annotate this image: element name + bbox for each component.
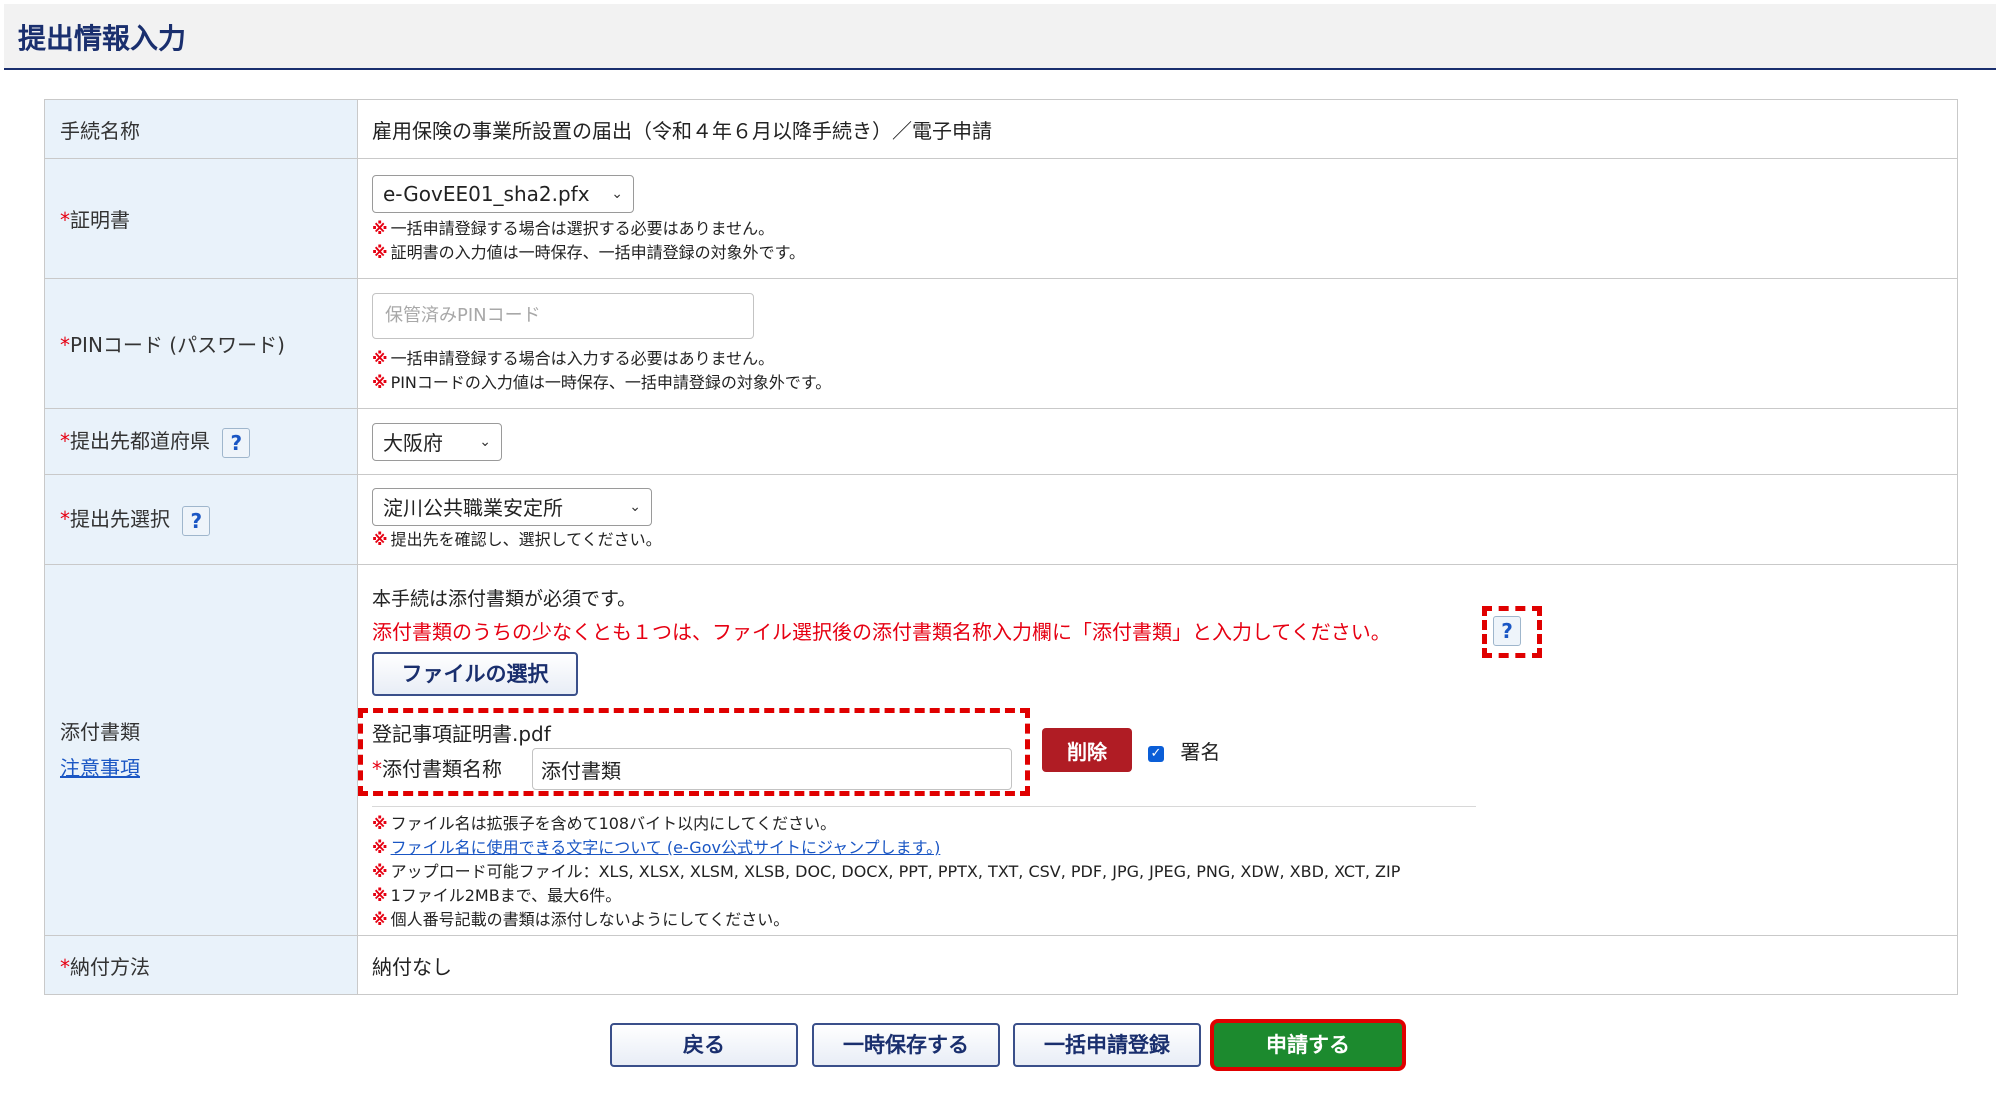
destination-select[interactable]: 淀川公共職業安定所 ⌄ xyxy=(372,487,652,526)
page-header: 提出情報入力 xyxy=(4,4,1996,70)
attachment-notes: ※ ファイル名は拡張子を含めて108バイト以内にしてください。 ※ ファイル名に使用… xyxy=(372,812,1400,932)
attachment-area: 本手続は添付書類が必須です。 添付書類のうちの少なくとも１つは、ファイル選択後の… xyxy=(358,572,1947,929)
note-mark-icon: ※ xyxy=(372,218,388,238)
payment-label-cell: *納付方法 xyxy=(44,935,358,995)
attachment-divider xyxy=(372,806,1476,807)
prefecture-label-cell: *提出先都道府県 ? xyxy=(44,408,358,475)
procedure-value: 雇用保険の事業所設置の届出（令和４年６月以降手続き）／電子申請 xyxy=(357,99,1958,159)
save-draft-button[interactable]: 一時保存する xyxy=(812,1023,1000,1067)
back-button[interactable]: 戻る xyxy=(610,1023,798,1067)
attachment-name-label: 添付書類名称 xyxy=(382,757,502,781)
chevron-down-icon: ⌄ xyxy=(611,185,623,202)
required-mark: * xyxy=(60,333,70,357)
destination-selected: 淀川公共職業安定所 xyxy=(383,496,563,520)
attachment-name-label-wrap: *添付書類名称 xyxy=(372,753,502,782)
note-item: ※ 証明書の入力値は一時保存、一括申請登録の対象外です。 xyxy=(372,242,805,262)
payment-row: *納付方法 納付なし xyxy=(44,935,1958,995)
payment-label: 納付方法 xyxy=(70,954,150,979)
note-mark-icon: ※ xyxy=(372,348,388,368)
page-title: 提出情報入力 xyxy=(18,22,187,55)
note-mark-icon: ※ xyxy=(372,910,388,929)
attachment-row: 添付書類 注意事項 本手続は添付書類が必須です。 添付書類のうちの少なくとも１つ… xyxy=(44,564,1958,936)
destination-value-cell: 淀川公共職業安定所 ⌄ ※ 提出先を確認し、選択してください。 xyxy=(357,474,1958,565)
prefecture-label: 提出先都道府県 xyxy=(70,429,210,454)
note-mark-icon: ※ xyxy=(372,862,388,881)
prefecture-select[interactable]: 大阪府 ⌄ xyxy=(372,422,502,461)
destination-note: ※ 提出先を確認し、選択してください。 xyxy=(372,529,662,549)
select-file-button[interactable]: ファイルの選択 xyxy=(372,652,578,696)
required-mark: * xyxy=(60,429,70,454)
action-bar: 戻る 一時保存する 一括申請登録 申請する xyxy=(0,1019,2000,1071)
sign-label: 署名 xyxy=(1180,740,1221,764)
help-icon[interactable]: ? xyxy=(1493,616,1521,646)
note-item: ※ 1ファイル2MBまで、最大6件。 xyxy=(372,886,622,905)
note-item: ※ 一括申請登録する場合は入力する必要はありません。 xyxy=(372,348,775,368)
pin-value-cell: ※一括申請登録する場合は入力する必要はありません。 ※PINコードの入力値は一時… xyxy=(357,278,1958,409)
cautions-link[interactable]: 注意事項 xyxy=(60,756,140,780)
submission-form-table: 手続名称 雇用保険の事業所設置の届出（令和４年６月以降手続き）／電子申請 *証明… xyxy=(44,99,1958,995)
procedure-row: 手続名称 雇用保険の事業所設置の届出（令和４年６月以降手続き）／電子申請 xyxy=(44,99,1958,159)
certificate-notes: ※ 一括申請登録する場合は選択する必要はありません。 ※ 証明書の入力値は一時保存、… xyxy=(372,217,1947,265)
procedure-label: 手続名称 xyxy=(44,99,358,159)
chevron-down-icon: ⌄ xyxy=(479,433,491,450)
prefecture-selected: 大阪府 xyxy=(383,431,443,455)
sign-option[interactable]: ✓ 署名 xyxy=(1148,736,1220,765)
note-mark-icon: ※ xyxy=(372,838,388,857)
attachment-red-msg: 添付書類のうちの少なくとも１つは、ファイル選択後の添付書類名称入力欄に「添付書類… xyxy=(372,620,1391,644)
required-mark: * xyxy=(60,507,70,532)
note-mark-icon: ※ xyxy=(372,814,388,833)
pin-label: PINコード (パスワード) xyxy=(70,333,285,357)
pin-label-cell: *PINコード (パスワード) xyxy=(44,278,358,409)
required-mark: * xyxy=(372,757,382,781)
pin-input[interactable] xyxy=(372,292,754,339)
note-item: ※ 一括申請登録する場合は選択する必要はありません。 xyxy=(372,218,775,238)
note-item: ※ ファイル名に使用できる文字について (e-Gov公式サイトにジャンプします。) xyxy=(372,836,1400,860)
destination-row: *提出先選択 ? 淀川公共職業安定所 ⌄ ※ 提出先を確認し、選択してください。 xyxy=(44,474,1958,565)
attachment-name-input[interactable] xyxy=(532,748,1012,790)
certificate-value-cell: e-GovEE01_sha2.pfx ⌄ ※ 一括申請登録する場合は選択する必要は… xyxy=(357,158,1958,279)
attachment-value-cell: 本手続は添付書類が必須です。 添付書類のうちの少なくとも１つは、ファイル選択後の… xyxy=(357,564,1958,936)
note-mark-icon: ※ xyxy=(372,886,388,905)
destination-label-cell: *提出先選択 ? xyxy=(44,474,358,565)
checkbox-checked-icon[interactable]: ✓ xyxy=(1148,745,1164,762)
certificate-label-cell: *証明書 xyxy=(44,158,358,279)
filename-chars-link[interactable]: ファイル名に使用できる文字について (e-Gov公式サイトにジャンプします。) xyxy=(391,838,941,857)
help-icon[interactable]: ? xyxy=(182,505,211,536)
note-mark-icon: ※ xyxy=(372,242,388,262)
attachment-label-cell: 添付書類 注意事項 xyxy=(44,564,358,936)
prefecture-row: *提出先都道府県 ? 大阪府 ⌄ xyxy=(44,408,1958,475)
attached-file-name: 登記事項証明書.pdf xyxy=(372,722,551,746)
payment-value: 納付なし xyxy=(357,935,1958,995)
note-mark-icon: ※ xyxy=(372,372,388,392)
pin-notes: ※ 一括申請登録する場合は入力する必要はありません。 ※ PINコードの入力値は一時… xyxy=(372,347,1947,395)
certificate-selected: e-GovEE01_sha2.pfx xyxy=(383,181,590,206)
required-mark: * xyxy=(60,954,70,979)
submit-button[interactable]: 申請する xyxy=(1214,1023,1402,1067)
required-mark: * xyxy=(60,208,70,232)
attachment-required-msg: 本手続は添付書類が必須です。 xyxy=(372,588,637,610)
note-mark-icon: ※ xyxy=(372,529,388,549)
delete-button[interactable]: 削除 xyxy=(1042,728,1132,772)
certificate-row: *証明書 e-GovEE01_sha2.pfx ⌄ ※ 一括申請登録する場合は選択… xyxy=(44,158,1958,279)
note-item: ※ PINコードの入力値は一時保存、一括申請登録の対象外です。 xyxy=(372,372,832,392)
attachment-label: 添付書類 xyxy=(60,720,140,744)
prefecture-value-cell: 大阪府 ⌄ xyxy=(357,408,1958,475)
destination-label: 提出先選択 xyxy=(70,507,170,532)
pin-row: *PINコード (パスワード) ※一括申請登録する場合は入力する必要はありません… xyxy=(44,278,1958,409)
note-item: ※ アップロード可能ファイル：XLS, XLSX, XLSM, XLSB, DOC… xyxy=(372,862,1401,881)
certificate-select[interactable]: e-GovEE01_sha2.pfx ⌄ xyxy=(372,174,634,213)
chevron-down-icon: ⌄ xyxy=(629,498,641,515)
help-icon[interactable]: ? xyxy=(222,427,251,458)
certificate-label: 証明書 xyxy=(70,208,130,232)
batch-register-button[interactable]: 一括申請登録 xyxy=(1013,1023,1201,1067)
note-item: ※ 個人番号記載の書類は添付しないようにしてください。 xyxy=(372,910,790,929)
note-item: ※ ファイル名は拡張子を含めて108バイト以内にしてください。 xyxy=(372,814,837,833)
